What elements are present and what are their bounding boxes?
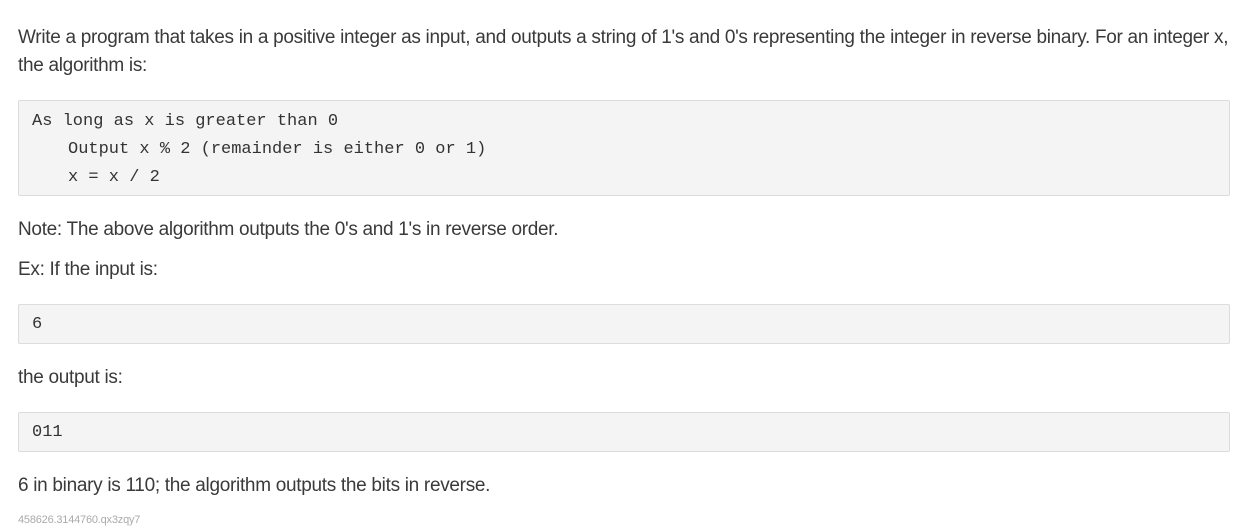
example-input-value: 6 bbox=[32, 315, 43, 334]
explanation-paragraph: 6 in binary is 110; the algorithm output… bbox=[18, 475, 491, 496]
note-paragraph: Note: The above algorithm outputs the 0'… bbox=[18, 219, 559, 240]
problem-id: 458626.3144760.qx3zqy7 bbox=[18, 514, 141, 526]
algorithm-line: As long as x is greater than 0 bbox=[32, 112, 339, 131]
example-output-value: 011 bbox=[32, 423, 63, 442]
example-input-block: 6 bbox=[18, 304, 1230, 344]
output-intro: the output is: bbox=[18, 367, 123, 388]
algorithm-code-block: As long as x is greater than 0 Output x … bbox=[18, 100, 1230, 196]
example-intro: Ex: If the input is: bbox=[18, 259, 158, 280]
algorithm-line: x = x / 2 bbox=[68, 168, 160, 187]
example-output-block: 011 bbox=[18, 412, 1230, 452]
intro-paragraph: Write a program that takes in a positive… bbox=[18, 27, 1229, 76]
algorithm-line: Output x % 2 (remainder is either 0 or 1… bbox=[68, 140, 487, 159]
